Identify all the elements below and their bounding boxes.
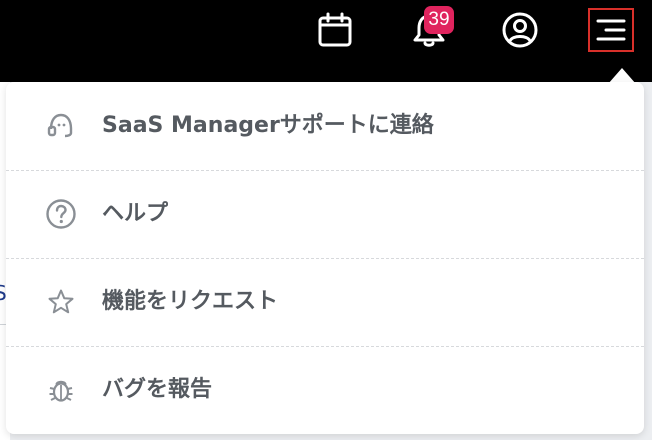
menu-item-label: ヘルプ — [102, 201, 169, 226]
menu-item-report-bug[interactable]: バグを報告 — [6, 346, 644, 434]
notification-count-badge: 39 — [424, 6, 454, 34]
headset-support-icon — [45, 110, 77, 142]
account-button[interactable] — [498, 8, 542, 52]
menu-item-feature-request[interactable]: 機能をリクエスト — [6, 258, 644, 346]
help-dropdown-menu: SaaS Managerサポートに連絡 ヘルプ 機能をリクエスト バグを報告 — [6, 82, 644, 434]
bug-icon — [45, 374, 77, 406]
calendar-icon — [318, 12, 352, 47]
menu-item-label: バグを報告 — [102, 377, 213, 402]
menu-item-help[interactable]: ヘルプ — [6, 170, 644, 258]
menu-item-label: SaaS Managerサポートに連絡 — [102, 113, 434, 138]
hamburger-menu-icon — [596, 19, 626, 41]
main-menu-button[interactable] — [588, 8, 634, 52]
star-icon — [45, 286, 77, 318]
menu-item-contact-support[interactable]: SaaS Managerサポートに連絡 — [6, 82, 644, 170]
calendar-button[interactable] — [313, 8, 357, 52]
menu-item-label: 機能をリクエスト — [102, 289, 279, 314]
question-circle-icon — [45, 198, 77, 230]
user-circle-icon — [502, 12, 538, 48]
